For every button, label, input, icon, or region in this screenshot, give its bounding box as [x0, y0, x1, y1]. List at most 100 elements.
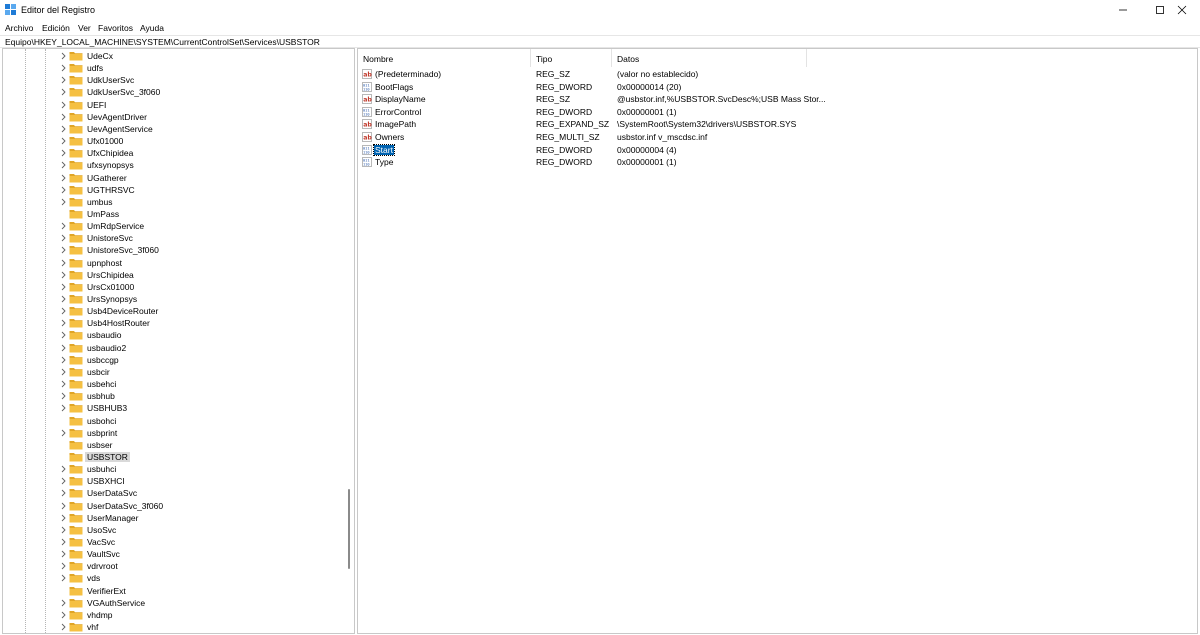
tree-item-label[interactable]: UrsCx01000 — [85, 282, 136, 292]
tree-item-label[interactable]: UserDataSvc_3f060 — [85, 501, 165, 511]
tree-item-label[interactable]: umbus — [85, 197, 115, 207]
tree-item[interactable]: usbuhci — [3, 463, 343, 475]
chevron-right-icon[interactable] — [59, 367, 68, 377]
tree-item-label[interactable]: usbaudio2 — [85, 343, 128, 353]
address-path[interactable]: Equipo\HKEY_LOCAL_MACHINE\SYSTEM\Current… — [5, 37, 320, 47]
tree-item-label[interactable]: usbprint — [85, 428, 119, 438]
tree-item[interactable]: UrsChipidea — [3, 269, 343, 281]
tree-item[interactable]: usbccgp — [3, 354, 343, 366]
chevron-right-icon[interactable] — [59, 488, 68, 498]
tree-item-label[interactable]: UfxChipidea — [85, 148, 135, 158]
tree-item[interactable]: vhf — [3, 621, 343, 633]
tree-item-label[interactable]: usbccgp — [85, 355, 121, 365]
tree-item-label[interactable]: ufxsynopsys — [85, 160, 136, 170]
tree-item-label[interactable]: usbaudio — [85, 330, 124, 340]
value-name[interactable]: Type — [374, 157, 394, 167]
tree-item[interactable]: UEFI — [3, 99, 343, 111]
tree-item[interactable]: UrsCx01000 — [3, 281, 343, 293]
chevron-right-icon[interactable] — [59, 598, 68, 608]
tree-item-label[interactable]: VacSvc — [85, 537, 117, 547]
chevron-right-icon[interactable] — [59, 245, 68, 255]
tree-item-label[interactable]: VaultSvc — [85, 549, 122, 559]
tree-item[interactable]: UmRdpService — [3, 220, 343, 232]
tree-item[interactable]: UdkUserSvc_3f060 — [3, 86, 343, 98]
value-name[interactable]: BootFlags — [374, 82, 414, 92]
close-button[interactable] — [1163, 0, 1200, 20]
value-name[interactable]: (Predeterminado) — [374, 69, 442, 79]
tree-item[interactable]: USBHUB3 — [3, 402, 343, 414]
tree-item-label[interactable]: usbohci — [85, 416, 118, 426]
chevron-right-icon[interactable] — [59, 501, 68, 511]
tree-item-label[interactable]: usbuhci — [85, 464, 118, 474]
chevron-right-icon[interactable] — [59, 197, 68, 207]
value-name[interactable]: ImagePath — [374, 119, 417, 129]
tree-item[interactable]: Usb4DeviceRouter — [3, 305, 343, 317]
tree-item-label[interactable]: udfs — [85, 63, 105, 73]
value-row[interactable]: 011 110 Type REG_DWORD 0x00000001 (1) — [358, 156, 1197, 168]
chevron-right-icon[interactable] — [59, 112, 68, 122]
tree-item-label[interactable]: usbser — [85, 440, 115, 450]
tree-item-label[interactable]: vhf — [85, 622, 100, 632]
tree-item-label[interactable]: UGatherer — [85, 173, 129, 183]
tree-item[interactable]: UmPass — [3, 208, 343, 220]
tree-item[interactable]: UserDataSvc_3f060 — [3, 500, 343, 512]
tree-item-label[interactable]: vhdmp — [85, 610, 115, 620]
chevron-right-icon[interactable] — [59, 306, 68, 316]
value-row[interactable]: 011 110 Start REG_DWORD 0x00000004 (4) — [358, 143, 1197, 156]
values-list-pane[interactable]: Nombre Tipo Datos ab (Predeterminado) REG_… — [357, 48, 1198, 634]
value-row[interactable]: ab DisplayName REG_SZ @usbstor.inf,%USBSTOR… — [358, 93, 1197, 105]
tree-item[interactable]: usbaudio — [3, 329, 343, 341]
tree-item[interactable]: VaultSvc — [3, 548, 343, 560]
tree-item-label[interactable]: UserDataSvc — [85, 488, 139, 498]
tree-item[interactable]: umbus — [3, 196, 343, 208]
menu-favoritos[interactable]: Favoritos — [98, 23, 133, 33]
address-bar[interactable]: Equipo\HKEY_LOCAL_MACHINE\SYSTEM\Current… — [0, 35, 1200, 48]
tree-item[interactable]: UdeCx — [3, 50, 343, 62]
tree-item[interactable]: usbprint — [3, 427, 343, 439]
chevron-right-icon[interactable] — [59, 100, 68, 110]
tree-item-label[interactable]: UEFI — [85, 100, 108, 110]
chevron-right-icon[interactable] — [59, 173, 68, 183]
chevron-right-icon[interactable] — [59, 318, 68, 328]
tree-item-label[interactable]: Ufx01000 — [85, 136, 125, 146]
chevron-right-icon[interactable] — [59, 87, 68, 97]
tree-item[interactable]: usbohci — [3, 415, 343, 427]
tree-item-label[interactable]: UmPass — [85, 209, 121, 219]
tree-item[interactable]: ufxsynopsys — [3, 159, 343, 171]
tree-item-label[interactable]: USBHUB3 — [85, 403, 129, 413]
tree-item[interactable]: usbhub — [3, 390, 343, 402]
tree-item[interactable]: UserManager — [3, 512, 343, 524]
tree-item[interactable]: UGatherer — [3, 172, 343, 184]
chevron-right-icon[interactable] — [59, 258, 68, 268]
tree-item-label[interactable]: UdeCx — [85, 51, 115, 61]
chevron-right-icon[interactable] — [59, 610, 68, 620]
chevron-right-icon[interactable] — [59, 513, 68, 523]
chevron-right-icon[interactable] — [59, 136, 68, 146]
tree-item-label[interactable]: UmRdpService — [85, 221, 146, 231]
tree-item-label[interactable]: USBSTOR — [85, 451, 130, 462]
tree-item[interactable]: VGAuthService — [3, 597, 343, 609]
tree-item[interactable]: udfs — [3, 62, 343, 74]
chevron-right-icon[interactable] — [59, 148, 68, 158]
chevron-right-icon[interactable] — [59, 573, 68, 583]
tree-item-label[interactable]: UGTHRSVC — [85, 185, 137, 195]
tree-item[interactable]: VacSvc — [3, 536, 343, 548]
chevron-right-icon[interactable] — [59, 549, 68, 559]
chevron-right-icon[interactable] — [59, 233, 68, 243]
chevron-right-icon[interactable] — [59, 403, 68, 413]
chevron-right-icon[interactable] — [59, 428, 68, 438]
value-row[interactable]: 011 110 ErrorControl REG_DWORD 0x00000001 (1… — [358, 106, 1197, 118]
tree-item[interactable]: UrsSynopsys — [3, 293, 343, 305]
chevron-right-icon[interactable] — [59, 537, 68, 547]
tree-item-label[interactable]: UrsChipidea — [85, 270, 136, 280]
menu-archivo[interactable]: Archivo — [5, 23, 33, 33]
chevron-right-icon[interactable] — [59, 185, 68, 195]
chevron-right-icon[interactable] — [59, 561, 68, 571]
chevron-right-icon[interactable] — [59, 476, 68, 486]
tree-item[interactable]: UsoSvc — [3, 524, 343, 536]
chevron-right-icon[interactable] — [59, 221, 68, 231]
tree-item[interactable]: UnistoreSvc — [3, 232, 343, 244]
tree-item-label[interactable]: UsoSvc — [85, 525, 118, 535]
tree-item[interactable]: UserDataSvc — [3, 487, 343, 499]
tree-item-label[interactable]: UnistoreSvc — [85, 233, 135, 243]
